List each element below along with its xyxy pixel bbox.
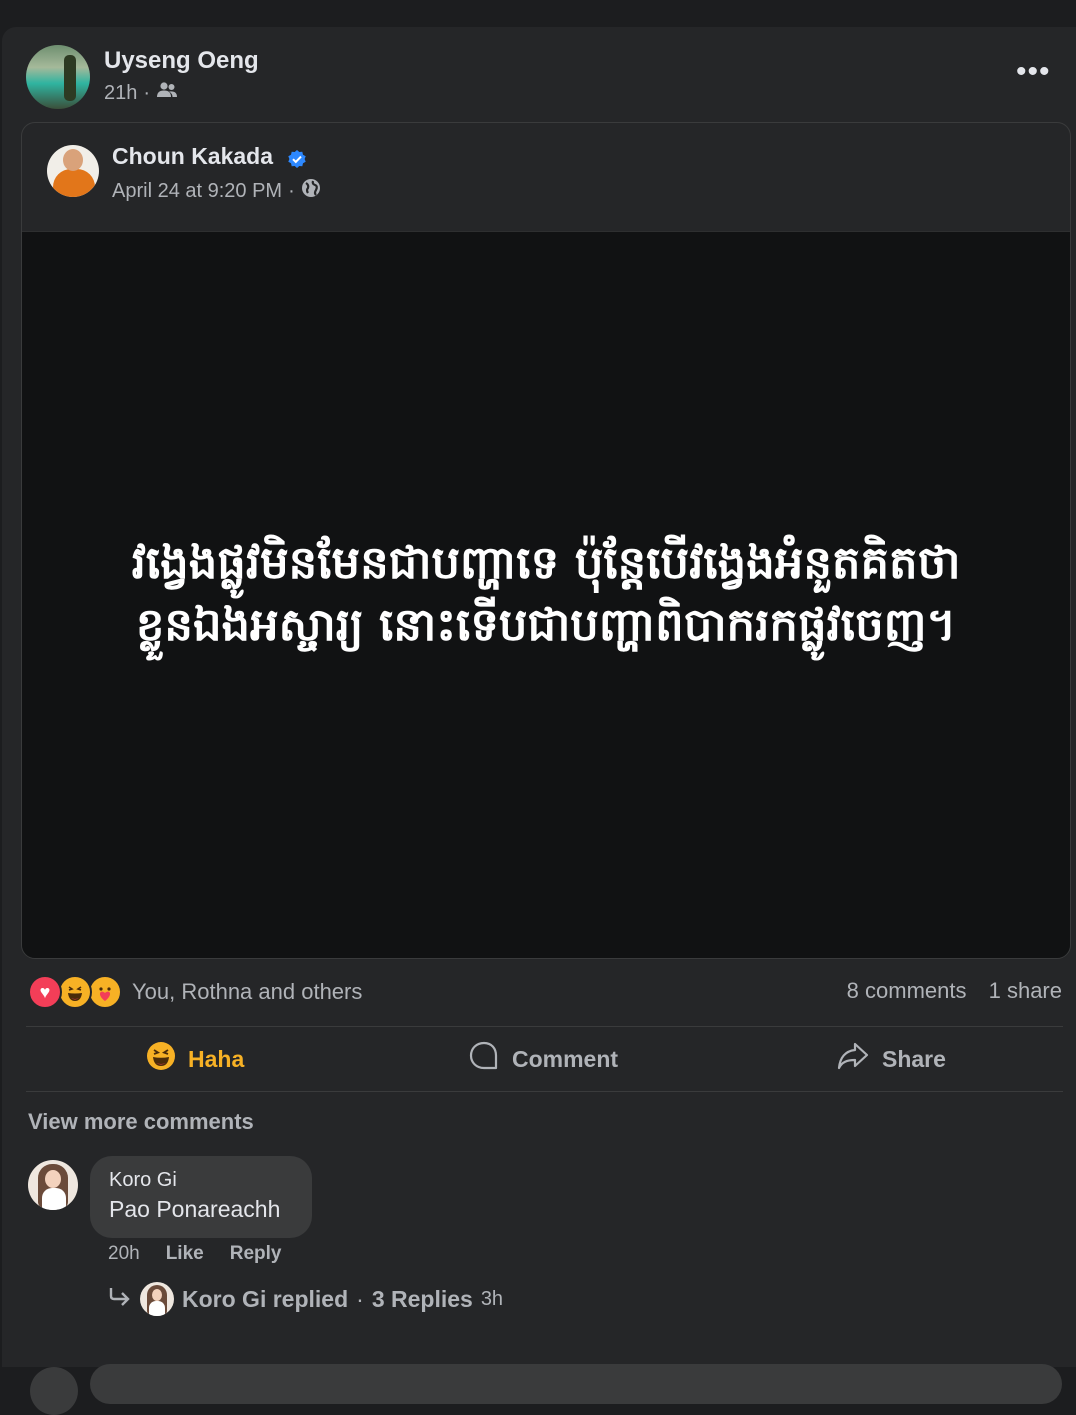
post-counts: 8 comments 1 share [831, 978, 1062, 1004]
avatar-dress [42, 1188, 66, 1210]
care-reaction-icon [88, 975, 122, 1009]
more-options-icon[interactable]: ••• [1016, 57, 1051, 87]
haha-label: Haha [188, 1045, 245, 1072]
comment-bubble: Koro Gi Pao Ponareachh [90, 1156, 312, 1238]
comment-label: Comment [512, 1045, 619, 1072]
view-more-comments-link[interactable]: View more comments [28, 1109, 254, 1135]
meta-separator: · [143, 81, 151, 104]
replier-avatar [140, 1282, 174, 1316]
meta-separator: · [288, 179, 295, 202]
reactions-summary[interactable]: ♥ You, Rothna and others [28, 975, 362, 1009]
view-replies-link[interactable]: Koro Gi replied · 3 Replies 3h [108, 1282, 503, 1316]
comment-reply-button[interactable]: Reply [230, 1243, 282, 1265]
divider [26, 1026, 1063, 1027]
shared-post[interactable]: Choun Kakada April 24 at 9:20 PM · វង្វេ… [21, 122, 1071, 959]
divider [26, 1091, 1063, 1092]
image-quote-line-2: ខ្លួនឯងអស្ចារ្យ នោះទើបជាបញ្ហាពិបាករកផ្លូ… [135, 598, 957, 651]
replies-time: 3h [480, 1287, 504, 1310]
love-reaction-icon: ♥ [28, 975, 62, 1009]
post-time[interactable]: 21h [104, 82, 137, 105]
avatar-robe [53, 169, 95, 197]
shared-author-name: Choun Kakada [112, 143, 307, 170]
avatar-face [45, 1170, 61, 1188]
haha-reaction-button[interactable]: Haha [146, 1042, 244, 1076]
comments-count[interactable]: 8 comments [847, 978, 967, 1003]
shares-count[interactable]: 1 share [989, 978, 1062, 1003]
replies-separator: · [356, 1285, 364, 1312]
top-strip [0, 0, 1076, 26]
author-avatar[interactable] [26, 45, 90, 109]
avatar-face [152, 1289, 162, 1301]
avatar-dress [149, 1301, 165, 1316]
replier-text: Koro Gi replied [182, 1285, 349, 1312]
comment-like-button[interactable]: Like [166, 1243, 204, 1265]
comment-text: Pao Ponareachh [109, 1196, 281, 1222]
shared-meta: April 24 at 9:20 PM · [112, 178, 321, 204]
shared-author-label[interactable]: Choun Kakada [112, 143, 273, 169]
comment-author[interactable]: Koro Gi [109, 1169, 177, 1192]
reply-arrow-icon [108, 1285, 132, 1313]
post-image[interactable]: វង្វេងផ្លូវមិនមែនជាបញ្ហាទេ ប៉ុន្តែបើវង្វ… [22, 231, 1070, 958]
replies-count: 3 Replies [371, 1285, 473, 1312]
image-quote-line-1: វង្វេងផ្លូវមិនមែនជាបញ្ហាទេ ប៉ុន្តែបើវង្វ… [131, 536, 961, 589]
post-meta: 21h · [104, 81, 178, 105]
comment-actions: 20h Like Reply [108, 1243, 281, 1265]
commenter-avatar[interactable] [28, 1160, 78, 1210]
haha-reaction-icon [58, 975, 92, 1009]
shared-author-avatar[interactable] [47, 145, 99, 197]
avatar-head [63, 149, 83, 171]
image-quote-text: វង្វេងផ្លូវមិនមែនជាបញ្ហាទេ ប៉ុន្តែបើវង្វ… [62, 532, 1030, 656]
write-comment-input[interactable] [90, 1364, 1062, 1404]
share-label: Share [882, 1045, 946, 1072]
reactions-text[interactable]: You, Rothna and others [132, 979, 362, 1005]
verified-badge-icon [287, 148, 307, 168]
avatar-figure [64, 55, 76, 101]
friends-icon [156, 81, 178, 105]
globe-icon [301, 178, 321, 204]
share-arrow-icon [836, 1040, 870, 1078]
share-button[interactable]: Share [836, 1042, 946, 1076]
post-card: Uyseng Oeng 21h · ••• Choun Kakada April… [2, 27, 1076, 1415]
comment-time[interactable]: 20h [108, 1243, 140, 1265]
comment-bubble-icon [468, 1040, 500, 1078]
current-user-avatar [30, 1367, 78, 1415]
comment-button[interactable]: Comment [468, 1040, 619, 1078]
post-author-name[interactable]: Uyseng Oeng [104, 47, 259, 75]
shared-time[interactable]: April 24 at 9:20 PM [112, 180, 282, 203]
haha-emoji-icon [146, 1041, 176, 1077]
